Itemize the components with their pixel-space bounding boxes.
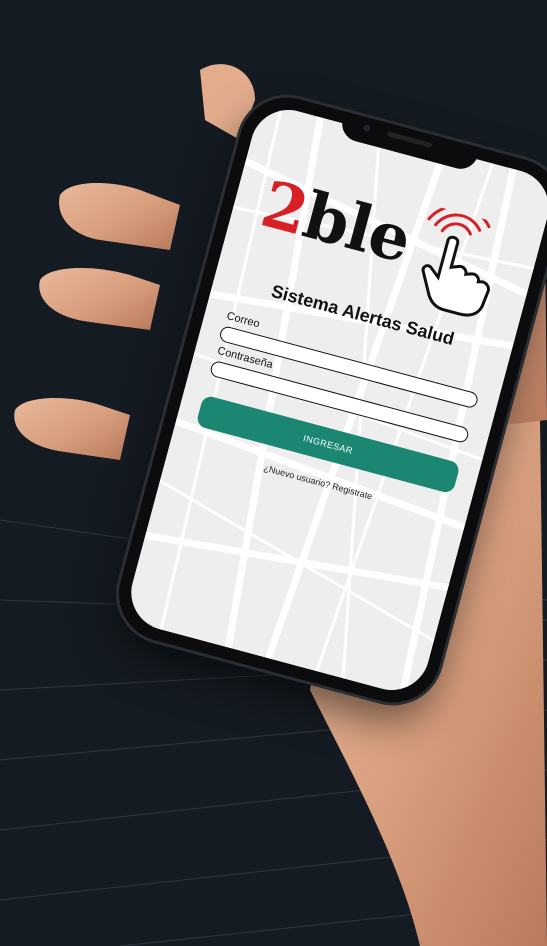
tapping-hand-icon [421,204,491,317]
speaker-icon [386,131,433,149]
logo-text: 2ble [254,167,419,278]
logo-word: ble [295,178,419,279]
camera-icon [362,123,372,133]
